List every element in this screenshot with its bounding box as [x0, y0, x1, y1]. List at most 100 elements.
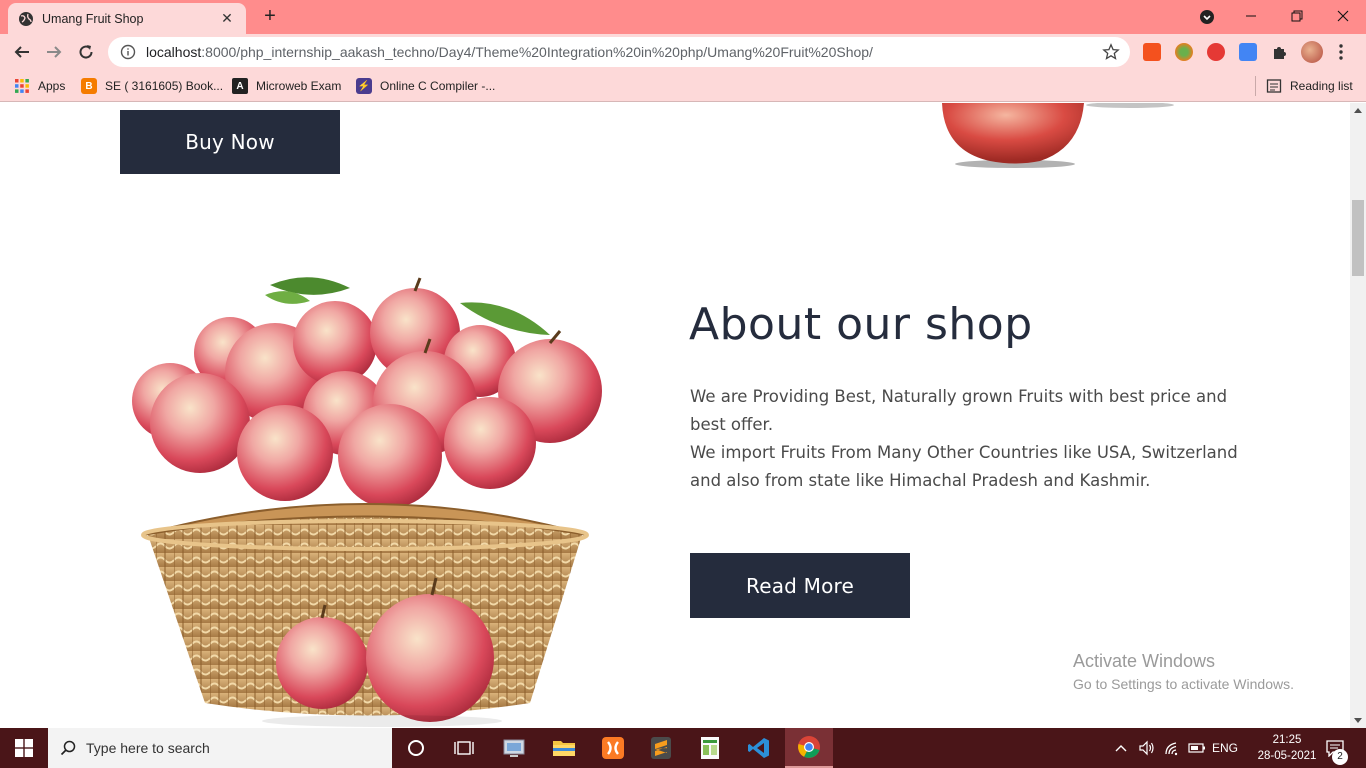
avatar[interactable]: [1301, 41, 1323, 63]
sublime-text-icon: [651, 737, 671, 759]
folder-icon: [553, 741, 575, 756]
bookmarks-separator: [1255, 76, 1256, 96]
search-placeholder: Type here to search: [86, 740, 210, 756]
window-close-icon[interactable]: [1320, 0, 1366, 32]
read-more-button[interactable]: Read More: [690, 553, 910, 618]
clock-date: 28-05-2021: [1257, 750, 1317, 762]
about-description: We are Providing Best, Naturally grown F…: [690, 383, 1250, 495]
vscode-icon: [748, 738, 769, 758]
chrome-icon: [798, 736, 820, 758]
windows-taskbar: Type here to search ENG 21:25 28-05-2021: [0, 728, 1366, 768]
scrollbar-thumb[interactable]: [1352, 200, 1364, 276]
menu-kebab-icon[interactable]: [1336, 42, 1346, 62]
bookmark-online-c-compiler[interactable]: ⚡ Online C Compiler -...: [356, 76, 495, 96]
battery-button[interactable]: [1188, 728, 1206, 768]
watermark-title: Activate Windows: [1073, 651, 1216, 671]
page-scrollbar[interactable]: [1350, 103, 1366, 728]
reading-list-label: Reading list: [1290, 79, 1353, 93]
system-clock[interactable]: 21:25 28-05-2021: [1252, 732, 1322, 764]
url-text: localhost:8000/php_internship_aakash_tec…: [146, 44, 873, 60]
url-host: localhost: [146, 44, 202, 60]
about-title: About our shop: [689, 299, 1033, 350]
taskbar-app-chrome[interactable]: [785, 728, 833, 768]
show-hidden-icons-button[interactable]: [1115, 728, 1127, 768]
network-monitor-icon: [503, 739, 525, 757]
replit-bolt-icon: ⚡: [356, 78, 372, 94]
notification-count-badge: 2: [1332, 749, 1348, 765]
scroll-down-icon[interactable]: [1354, 718, 1362, 723]
volume-button[interactable]: [1138, 728, 1156, 768]
reading-list-button[interactable]: Reading list: [1266, 76, 1353, 96]
battery-icon: [1188, 743, 1205, 753]
page-viewport: Buy Now About our shop We are Providing …: [0, 103, 1350, 728]
bookmark-label: SE ( 3161605) Book...: [105, 79, 224, 93]
search-icon: [60, 740, 76, 756]
taskbar-search-box[interactable]: Type here to search: [48, 728, 392, 768]
address-bar[interactable]: localhost:8000/php_internship_aakash_tec…: [108, 37, 1130, 67]
speaker-icon: [1139, 740, 1154, 756]
about-line-1: We are Providing Best, Naturally grown F…: [690, 387, 1228, 434]
extension-ya-icon[interactable]: [1143, 43, 1161, 61]
apps-grid-icon: [15, 79, 29, 93]
google-translate-icon[interactable]: [1239, 43, 1257, 61]
url-path: :8000/php_internship_aakash_techno/Day4/…: [201, 44, 873, 60]
adblock-icon[interactable]: [1207, 43, 1225, 61]
bookmark-se-book[interactable]: B SE ( 3161605) Book...: [81, 76, 223, 96]
bookmark-label: Online C Compiler -...: [380, 79, 496, 93]
task-view-button[interactable]: [440, 728, 488, 768]
minimize-icon[interactable]: [1228, 0, 1274, 32]
start-button[interactable]: [0, 728, 48, 768]
taskbar-app-sheet-tool[interactable]: [686, 728, 734, 768]
wifi-icon: [1165, 742, 1178, 756]
new-tab-button[interactable]: +: [258, 4, 282, 30]
blogger-icon: B: [81, 78, 97, 94]
cortana-button[interactable]: [392, 728, 440, 768]
bookmark-star-icon[interactable]: [1102, 43, 1120, 61]
arrow-right-icon: [47, 46, 62, 58]
bookmark-apps[interactable]: Apps: [14, 76, 65, 96]
network-button[interactable]: [1164, 728, 1182, 768]
reading-list-icon: [1266, 79, 1282, 93]
windows-logo-icon: [15, 739, 33, 757]
tab-title: Umang Fruit Shop: [42, 11, 144, 26]
bookmark-label: Apps: [38, 79, 66, 93]
taskbar-app-xampp[interactable]: [589, 728, 637, 768]
tab-search-icon[interactable]: [1198, 8, 1216, 26]
tab-close-icon[interactable]: ✕: [218, 11, 236, 27]
bookmark-microweb-exam[interactable]: A Microweb Exam: [232, 76, 341, 96]
taskbar-app-network-tool[interactable]: [490, 728, 538, 768]
spreadsheet-icon: [701, 737, 719, 759]
back-button[interactable]: [8, 38, 36, 66]
watermark-subtitle: Go to Settings to activate Windows.: [1073, 676, 1294, 692]
browser-tab[interactable]: Umang Fruit Shop ✕: [8, 3, 246, 34]
chevron-up-icon: [1115, 745, 1127, 752]
hero-apple-image: [942, 103, 1174, 168]
buy-now-label: Buy Now: [185, 130, 275, 154]
browser-toolbar: localhost:8000/php_internship_aakash_tec…: [0, 34, 1366, 70]
input-language[interactable]: ENG: [1212, 728, 1238, 768]
taskbar-app-sublime-text[interactable]: [637, 728, 685, 768]
task-view-icon: [454, 741, 474, 755]
buy-now-button[interactable]: Buy Now: [120, 110, 340, 174]
extension-globe-icon[interactable]: [1175, 43, 1193, 61]
extensions-puzzle-icon[interactable]: [1271, 43, 1289, 61]
globe-icon: [19, 11, 33, 26]
info-icon[interactable]: [120, 44, 136, 60]
bookmarks-bar: Apps B SE ( 3161605) Book... A Microweb …: [0, 70, 1366, 102]
bookmark-label: Microweb Exam: [256, 79, 342, 93]
arrow-left-icon: [14, 46, 29, 58]
angular-icon: A: [232, 78, 248, 94]
cortana-circle-icon: [408, 740, 424, 756]
reload-icon: [79, 45, 93, 59]
restore-icon[interactable]: [1274, 0, 1320, 32]
xampp-icon: [602, 737, 624, 759]
clock-time: 21:25: [1272, 734, 1302, 746]
forward-button[interactable]: [40, 38, 68, 66]
taskbar-app-vscode[interactable]: [735, 728, 783, 768]
reload-button[interactable]: [72, 38, 100, 66]
scroll-up-icon[interactable]: [1354, 108, 1362, 113]
activate-windows-watermark: Activate Windows Go to Settings to activ…: [1073, 651, 1294, 692]
apple-basket-image: [132, 277, 602, 727]
taskbar-app-file-explorer[interactable]: [540, 728, 588, 768]
about-line-2: We import Fruits From Many Other Countri…: [690, 443, 1238, 490]
